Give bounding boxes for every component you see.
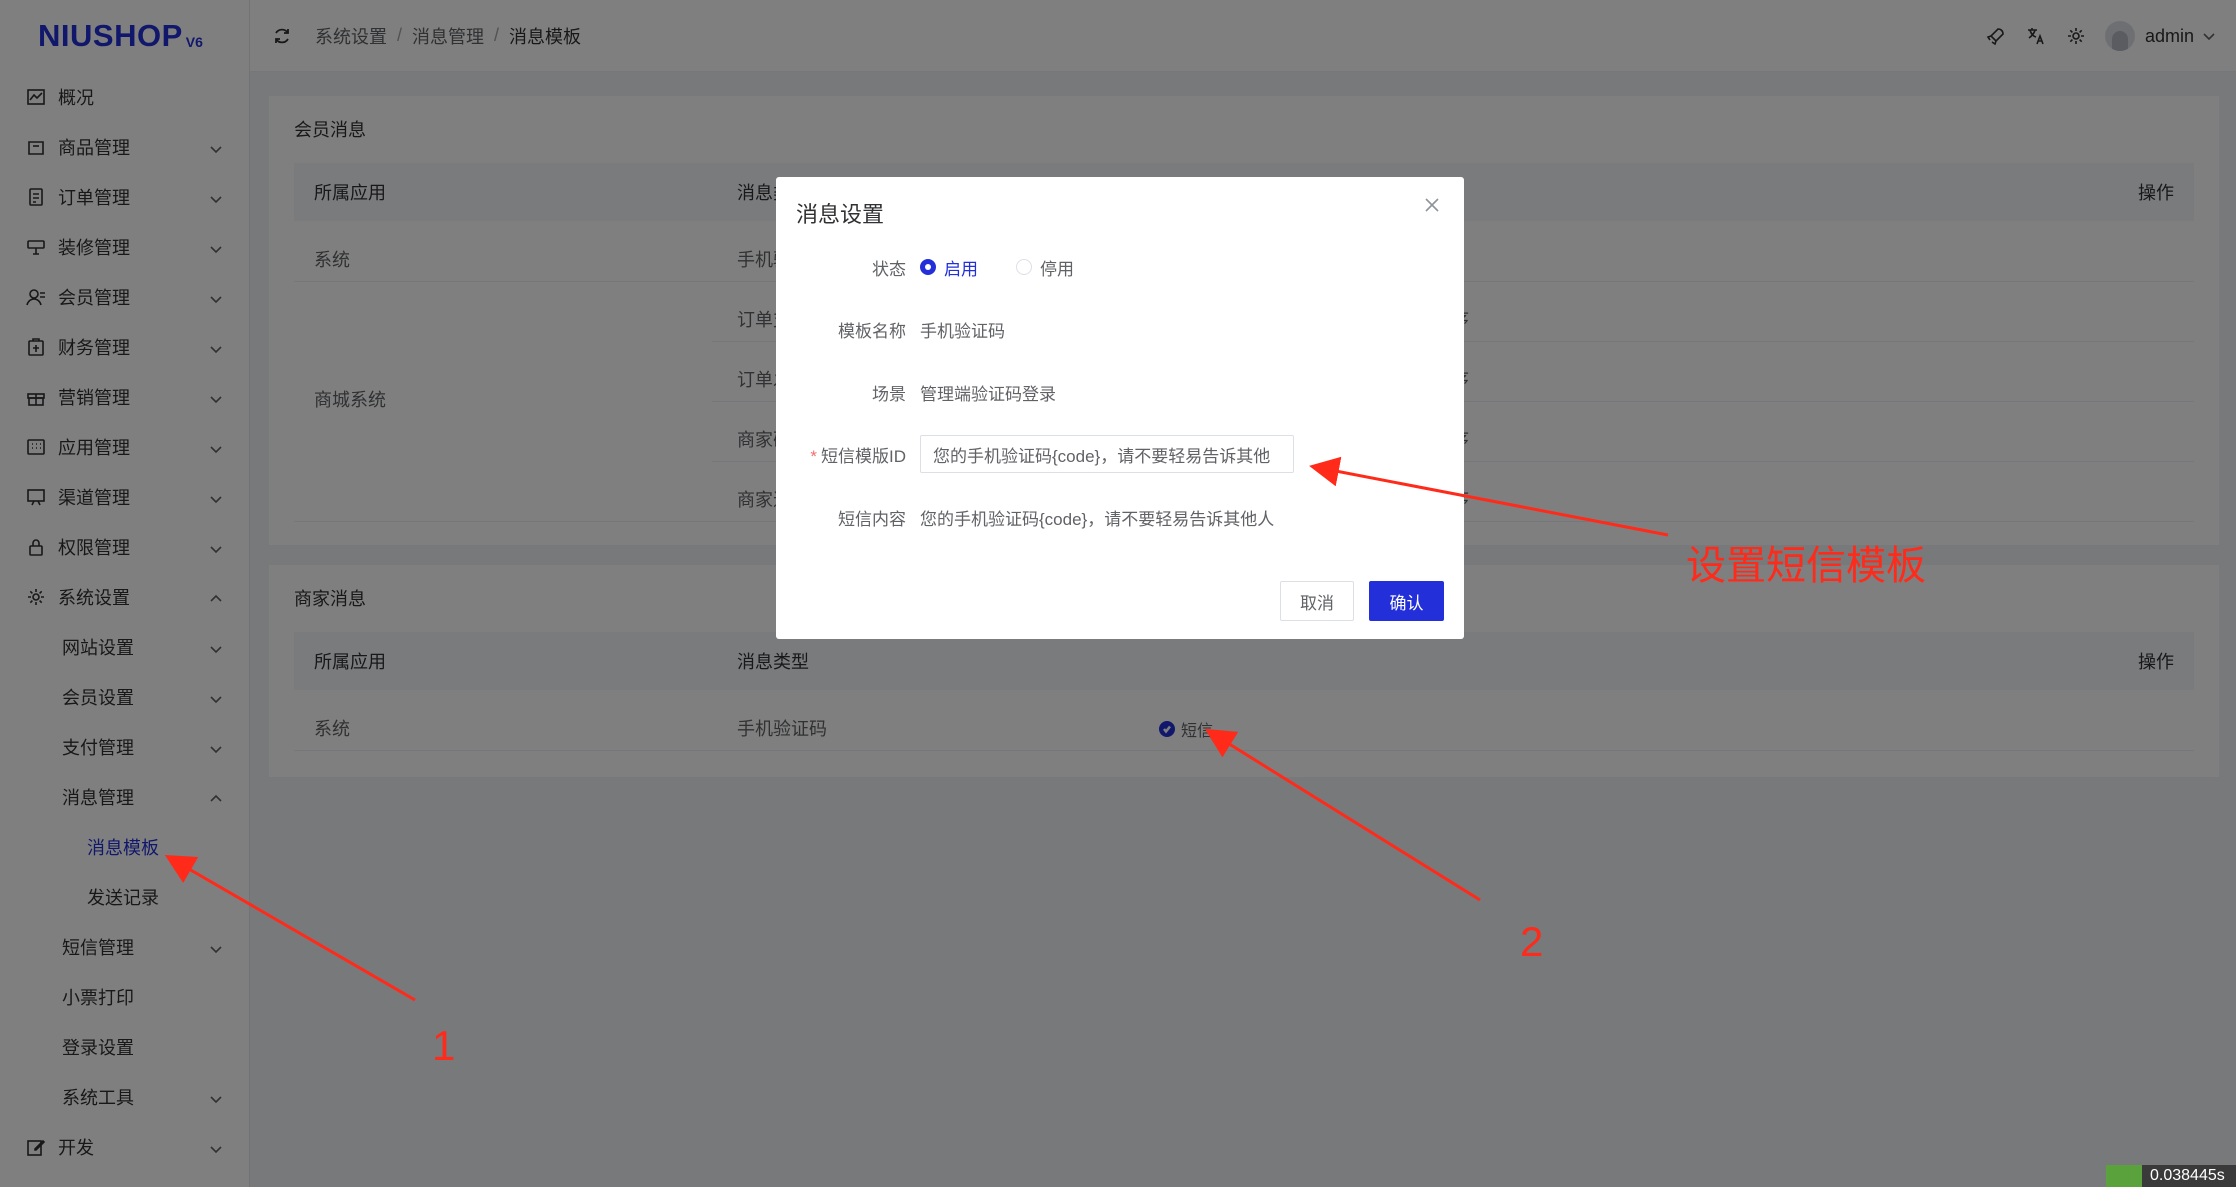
cancel-button[interactable]: 取消 — [1280, 581, 1354, 621]
template-name-value: 手机验证码 — [920, 321, 1005, 341]
annotation-step-2: 2 — [1520, 918, 1544, 965]
form-label: 状态 — [872, 259, 906, 279]
form-label: 场景 — [872, 384, 906, 404]
confirm-button[interactable]: 确认 — [1369, 581, 1444, 621]
message-settings-dialog: 消息设置 状态 启用 停用 模板名称 手机验证码 场景 管理端验证码登录 * 短信… — [776, 177, 1464, 639]
radio-checked-icon — [920, 259, 936, 275]
scene-row: 场景 管理端验证码登录 — [776, 372, 1464, 412]
required-asterisk: * — [810, 446, 817, 466]
status-row: 状态 启用 停用 — [776, 247, 1464, 287]
sms-template-id-input[interactable] — [920, 435, 1294, 473]
radio-label: 启用 — [944, 259, 978, 279]
timer-text: 0.038445s — [2150, 1167, 2225, 1184]
status-disable-radio[interactable]: 停用 — [1016, 255, 1074, 280]
radio-label: 停用 — [1040, 259, 1074, 279]
close-icon[interactable] — [1424, 197, 1442, 215]
dialog-title: 消息设置 — [796, 202, 885, 227]
scene-value: 管理端验证码登录 — [920, 384, 1056, 404]
sms-content-row: 短信内容 您的手机验证码{code}，请不要轻易告诉其他人 — [776, 497, 1464, 537]
form-label-text: 短信模版ID — [821, 446, 906, 466]
debug-timer-badge: 0.038445s — [2106, 1165, 2236, 1187]
sms-content-value: 您的手机验证码{code}，请不要轻易告诉其他人 — [920, 509, 1275, 529]
status-enable-radio[interactable]: 启用 — [920, 255, 978, 280]
template-name-row: 模板名称 手机验证码 — [776, 309, 1464, 349]
radio-unchecked-icon — [1016, 259, 1032, 275]
leaf-icon — [2106, 1165, 2142, 1187]
form-label: 模板名称 — [838, 321, 906, 341]
annotation-step-1: 1 — [432, 1022, 456, 1069]
sms-template-id-row: * 短信模版ID — [776, 434, 1464, 474]
form-label: 短信内容 — [838, 509, 906, 529]
form-label: * 短信模版ID — [776, 442, 920, 467]
annotation-callout: 设置短信模板 — [1686, 544, 1926, 588]
